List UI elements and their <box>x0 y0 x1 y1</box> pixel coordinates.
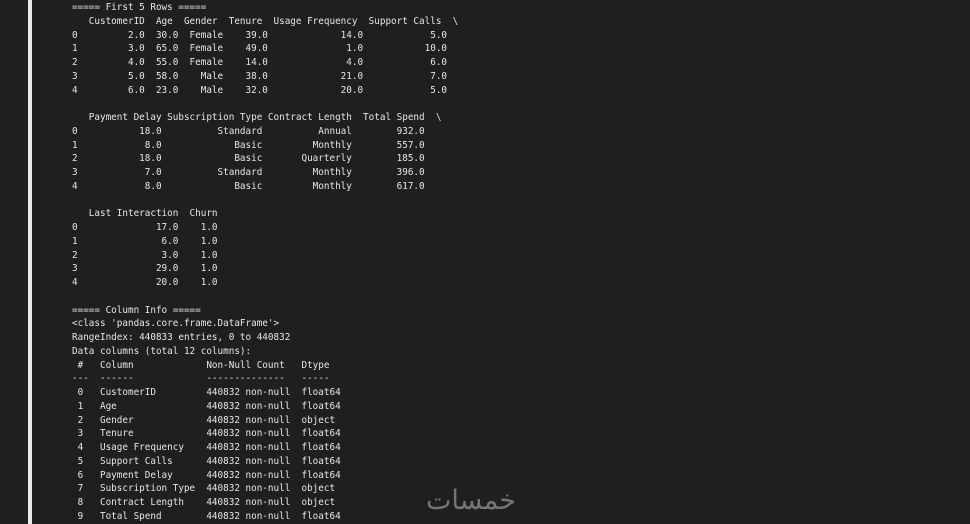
notebook-output-viewport: ===== First 5 Rows ===== CustomerID Age … <box>0 0 970 524</box>
console-line: 1 8.0 Basic Monthly 557.0 <box>72 139 425 151</box>
console-line: 9 Total Spend 440832 non-null float64 <box>72 510 341 522</box>
console-line: 2 18.0 Basic Quarterly 185.0 <box>72 153 425 165</box>
console-line: 3 7.0 Standard Monthly 396.0 <box>72 167 425 178</box>
console-line: --- ------ -------------- ----- <box>72 373 341 385</box>
console-line: ===== Column Info ===== <box>72 304 201 316</box>
console-line: 3 29.0 1.0 <box>72 263 218 275</box>
watermark-logo: خمسات <box>426 485 517 516</box>
console-line: 5 Support Calls 440832 non-null float64 <box>72 455 341 467</box>
console-line: CustomerID Age Gender Tenure Usage Frequ… <box>72 15 459 27</box>
console-output: ===== First 5 Rows ===== CustomerID Age … <box>72 1 458 524</box>
console-line: 0 2.0 30.0 Female 39.0 14.0 5.0 <box>72 29 448 41</box>
console-line: 4 8.0 Basic Monthly 617.0 <box>72 180 425 192</box>
console-line: 0 17.0 1.0 <box>72 222 218 233</box>
console-line: 3 Tenure 440832 non-null float64 <box>72 428 341 440</box>
left-gutter <box>0 0 28 524</box>
console-line: 4 20.0 1.0 <box>72 277 218 288</box>
console-line: 2 Gender 440832 non-null object <box>72 414 341 426</box>
console-line: 8 Contract Length 440832 non-null object <box>72 497 341 508</box>
console-line: 1 3.0 65.0 Female 49.0 1.0 10.0 <box>72 43 448 55</box>
console-line: 0 18.0 Standard Annual 932.0 <box>72 125 425 137</box>
console-line: 0 CustomerID 440832 non-null float64 <box>72 387 341 398</box>
console-line: ===== First 5 Rows ===== <box>72 2 207 13</box>
console-line: 4 6.0 23.0 Male 32.0 20.0 5.0 <box>72 84 448 96</box>
console-line: Last Interaction Churn <box>72 208 218 220</box>
console-line: Data columns (total 12 columns): <box>72 345 252 357</box>
console-line: 2 4.0 55.0 Female 14.0 4.0 6.0 <box>72 57 448 68</box>
console-line: 1 Age 440832 non-null float64 <box>72 400 341 412</box>
console-line: 3 5.0 58.0 Male 38.0 21.0 7.0 <box>72 70 448 82</box>
console-line: 1 6.0 1.0 <box>72 235 218 247</box>
console-line: 4 Usage Frequency 440832 non-null float6… <box>72 442 341 453</box>
console-line: RangeIndex: 440833 entries, 0 to 440832 <box>72 332 291 343</box>
console-line: 6 Payment Delay 440832 non-null float64 <box>72 469 341 481</box>
console-line: 2 3.0 1.0 <box>72 249 218 261</box>
console-line: 7 Subscription Type 440832 non-null obje… <box>72 483 341 495</box>
console-line: Payment Delay Subscription Type Contract… <box>72 112 442 123</box>
console-line: # Column Non-Null Count Dtype <box>72 359 341 371</box>
cell-output-border <box>28 0 32 524</box>
console-line: <class 'pandas.core.frame.DataFrame'> <box>72 318 280 330</box>
